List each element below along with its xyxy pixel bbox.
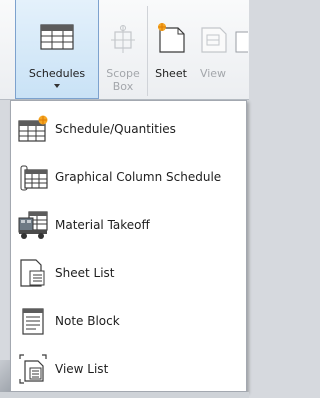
sheet-list-icon	[11, 249, 55, 297]
scope-box-label: Scope Box	[100, 67, 146, 93]
menu-item-label: Schedule/Quantities	[55, 122, 176, 136]
menu-item-label: Material Takeoff	[55, 218, 150, 232]
sheet-button[interactable]: Sheet	[150, 0, 192, 99]
menu-item-schedule-quantities[interactable]: Schedule/Quantities	[11, 105, 246, 153]
ribbon-separator	[147, 6, 148, 96]
ribbon-panel: Schedules Scope Box Sheet View	[0, 0, 250, 100]
menu-item-label: View List	[55, 362, 109, 376]
scope-box-icon	[110, 24, 136, 57]
sheet-label: Sheet	[155, 67, 187, 80]
menu-item-material-takeoff[interactable]: Material Takeoff	[11, 201, 246, 249]
schedules-dropdown-menu: Schedule/Quantities Graphical Column Sch…	[10, 100, 247, 392]
menu-item-label: Note Block	[55, 314, 120, 328]
partial-ribbon-button[interactable]	[232, 0, 250, 99]
view-list-icon	[11, 345, 55, 393]
menu-item-note-block[interactable]: Note Block	[11, 297, 246, 345]
note-block-icon	[11, 297, 55, 345]
schedules-icon	[40, 24, 74, 53]
scope-box-label-line2: Box	[112, 80, 134, 93]
schedules-button[interactable]: Schedules	[15, 0, 99, 99]
menu-item-sheet-list[interactable]: Sheet List	[11, 249, 246, 297]
partial-ribbon-icon	[234, 30, 250, 57]
menu-item-label: Graphical Column Schedule	[55, 170, 222, 184]
menu-item-label: Sheet List	[55, 266, 115, 280]
sheet-icon	[156, 22, 186, 57]
chevron-down-icon	[54, 84, 60, 88]
bottom-strip	[0, 392, 249, 398]
view-button[interactable]: View	[196, 0, 230, 99]
scope-box-button[interactable]: Scope Box	[100, 0, 146, 99]
schedules-label: Schedules	[28, 67, 86, 80]
material-takeoff-icon	[11, 201, 55, 249]
menu-item-view-list[interactable]: View List	[11, 345, 246, 393]
graphical-column-schedule-icon	[11, 153, 55, 201]
view-icon	[198, 22, 228, 57]
scope-box-label-line1: Scope	[106, 67, 140, 80]
menu-item-graphical-column-schedule[interactable]: Graphical Column Schedule	[11, 153, 246, 201]
view-label: View	[199, 67, 227, 80]
schedule-quantities-icon	[11, 105, 55, 153]
